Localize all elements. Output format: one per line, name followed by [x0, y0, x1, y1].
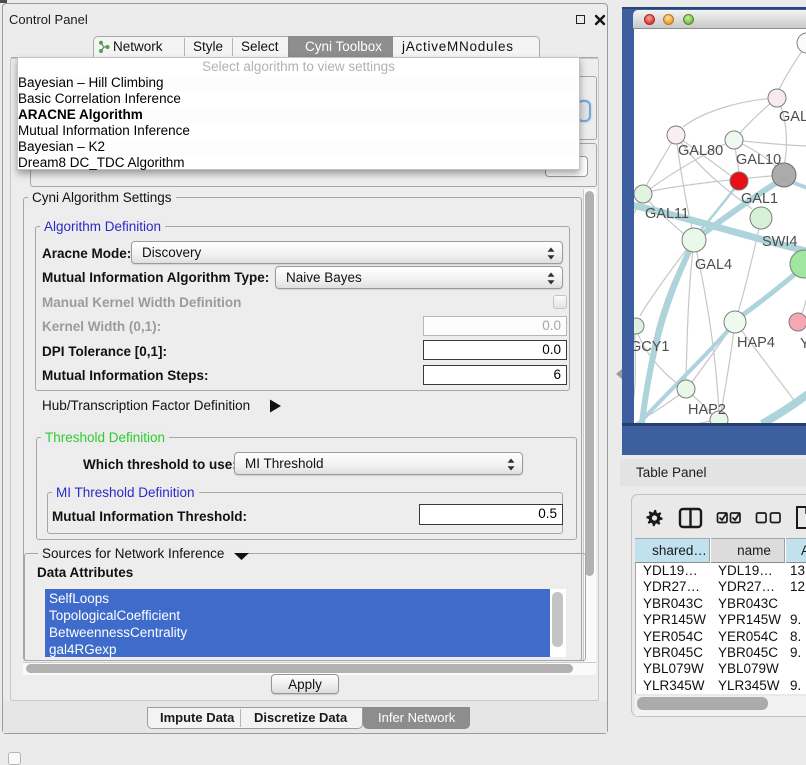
svg-text:HAP4: HAP4: [737, 335, 775, 351]
svg-text:GAL10: GAL10: [736, 152, 781, 168]
svg-text:HAP2: HAP2: [688, 402, 726, 418]
svg-text:Y: Y: [800, 336, 806, 352]
svg-text:GAL80: GAL80: [678, 143, 723, 159]
svg-text:GCY1: GCY1: [634, 339, 670, 355]
svg-text:GAL4: GAL4: [695, 257, 732, 273]
svg-text:GAL1: GAL1: [741, 191, 778, 207]
svg-text:GAL7: GAL7: [779, 109, 806, 125]
svg-text:SWI4: SWI4: [762, 234, 797, 250]
svg-text:GAL11: GAL11: [645, 206, 689, 222]
